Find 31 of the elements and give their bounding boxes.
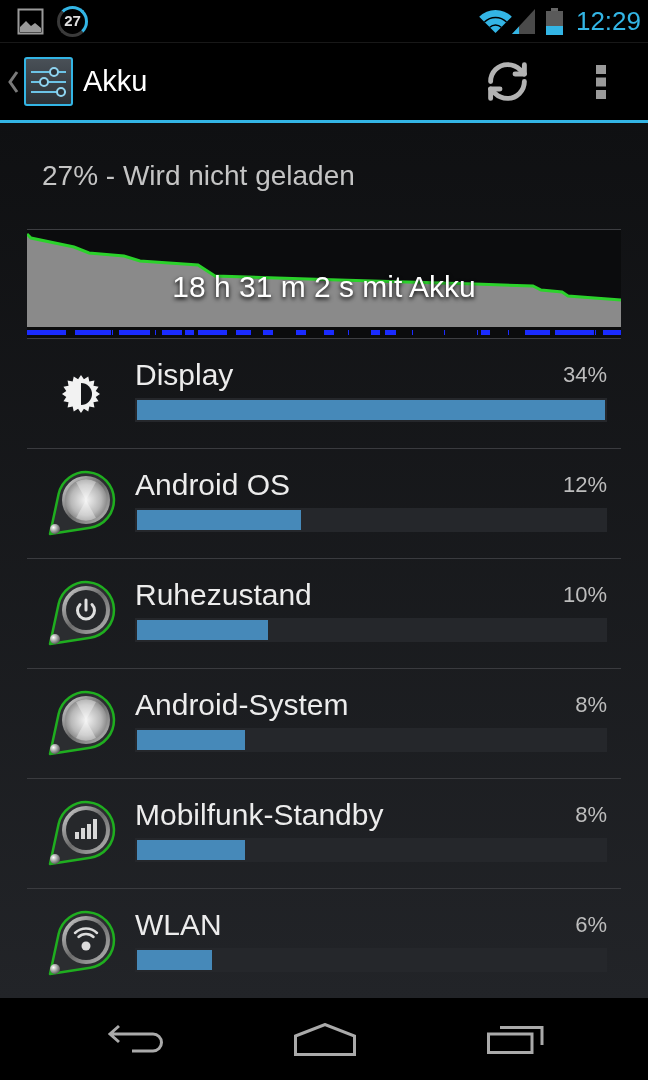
caret-icon: [7, 69, 19, 94]
usage-item-name: WLAN: [135, 908, 222, 942]
usage-percentage: 8%: [575, 692, 607, 718]
usage-percentage: 34%: [562, 362, 607, 388]
brightness-icon: [61, 373, 101, 414]
usage-item-name: Display: [135, 358, 234, 392]
usage-item-name: Android-System: [135, 688, 349, 722]
clock-time: 12:29: [575, 6, 641, 36]
overflow-menu-icon[interactable]: [596, 64, 606, 99]
usage-item-name: Android OS: [135, 468, 291, 502]
battery-icon: [545, 7, 563, 35]
usage-percentage: 6%: [575, 912, 607, 938]
notification-counter: 27: [57, 5, 88, 37]
image-icon: [17, 7, 44, 35]
signal-bars-icon: [46, 800, 116, 867]
usage-percentage: 10%: [562, 582, 607, 608]
battery-status-text: 27% - Wird nicht geladen: [42, 159, 355, 193]
refresh-icon[interactable]: [485, 59, 530, 104]
back-icon[interactable]: [107, 1024, 163, 1054]
wifi-icon: [478, 8, 512, 34]
usage-item-name: Ruhezustand: [135, 578, 312, 612]
screen-title: Akku: [83, 63, 148, 99]
signal-icon: [511, 8, 535, 34]
sliders-icon[interactable]: [24, 57, 73, 106]
home-icon[interactable]: [294, 1022, 356, 1056]
usage-percentage: 12%: [562, 472, 607, 498]
wifi-icon: [46, 910, 116, 977]
usage-item-name: Mobilfunk-Standby: [135, 798, 384, 832]
usage-percentage: 8%: [575, 802, 607, 828]
recents-icon[interactable]: [487, 1024, 545, 1054]
power-icon: [46, 580, 116, 647]
